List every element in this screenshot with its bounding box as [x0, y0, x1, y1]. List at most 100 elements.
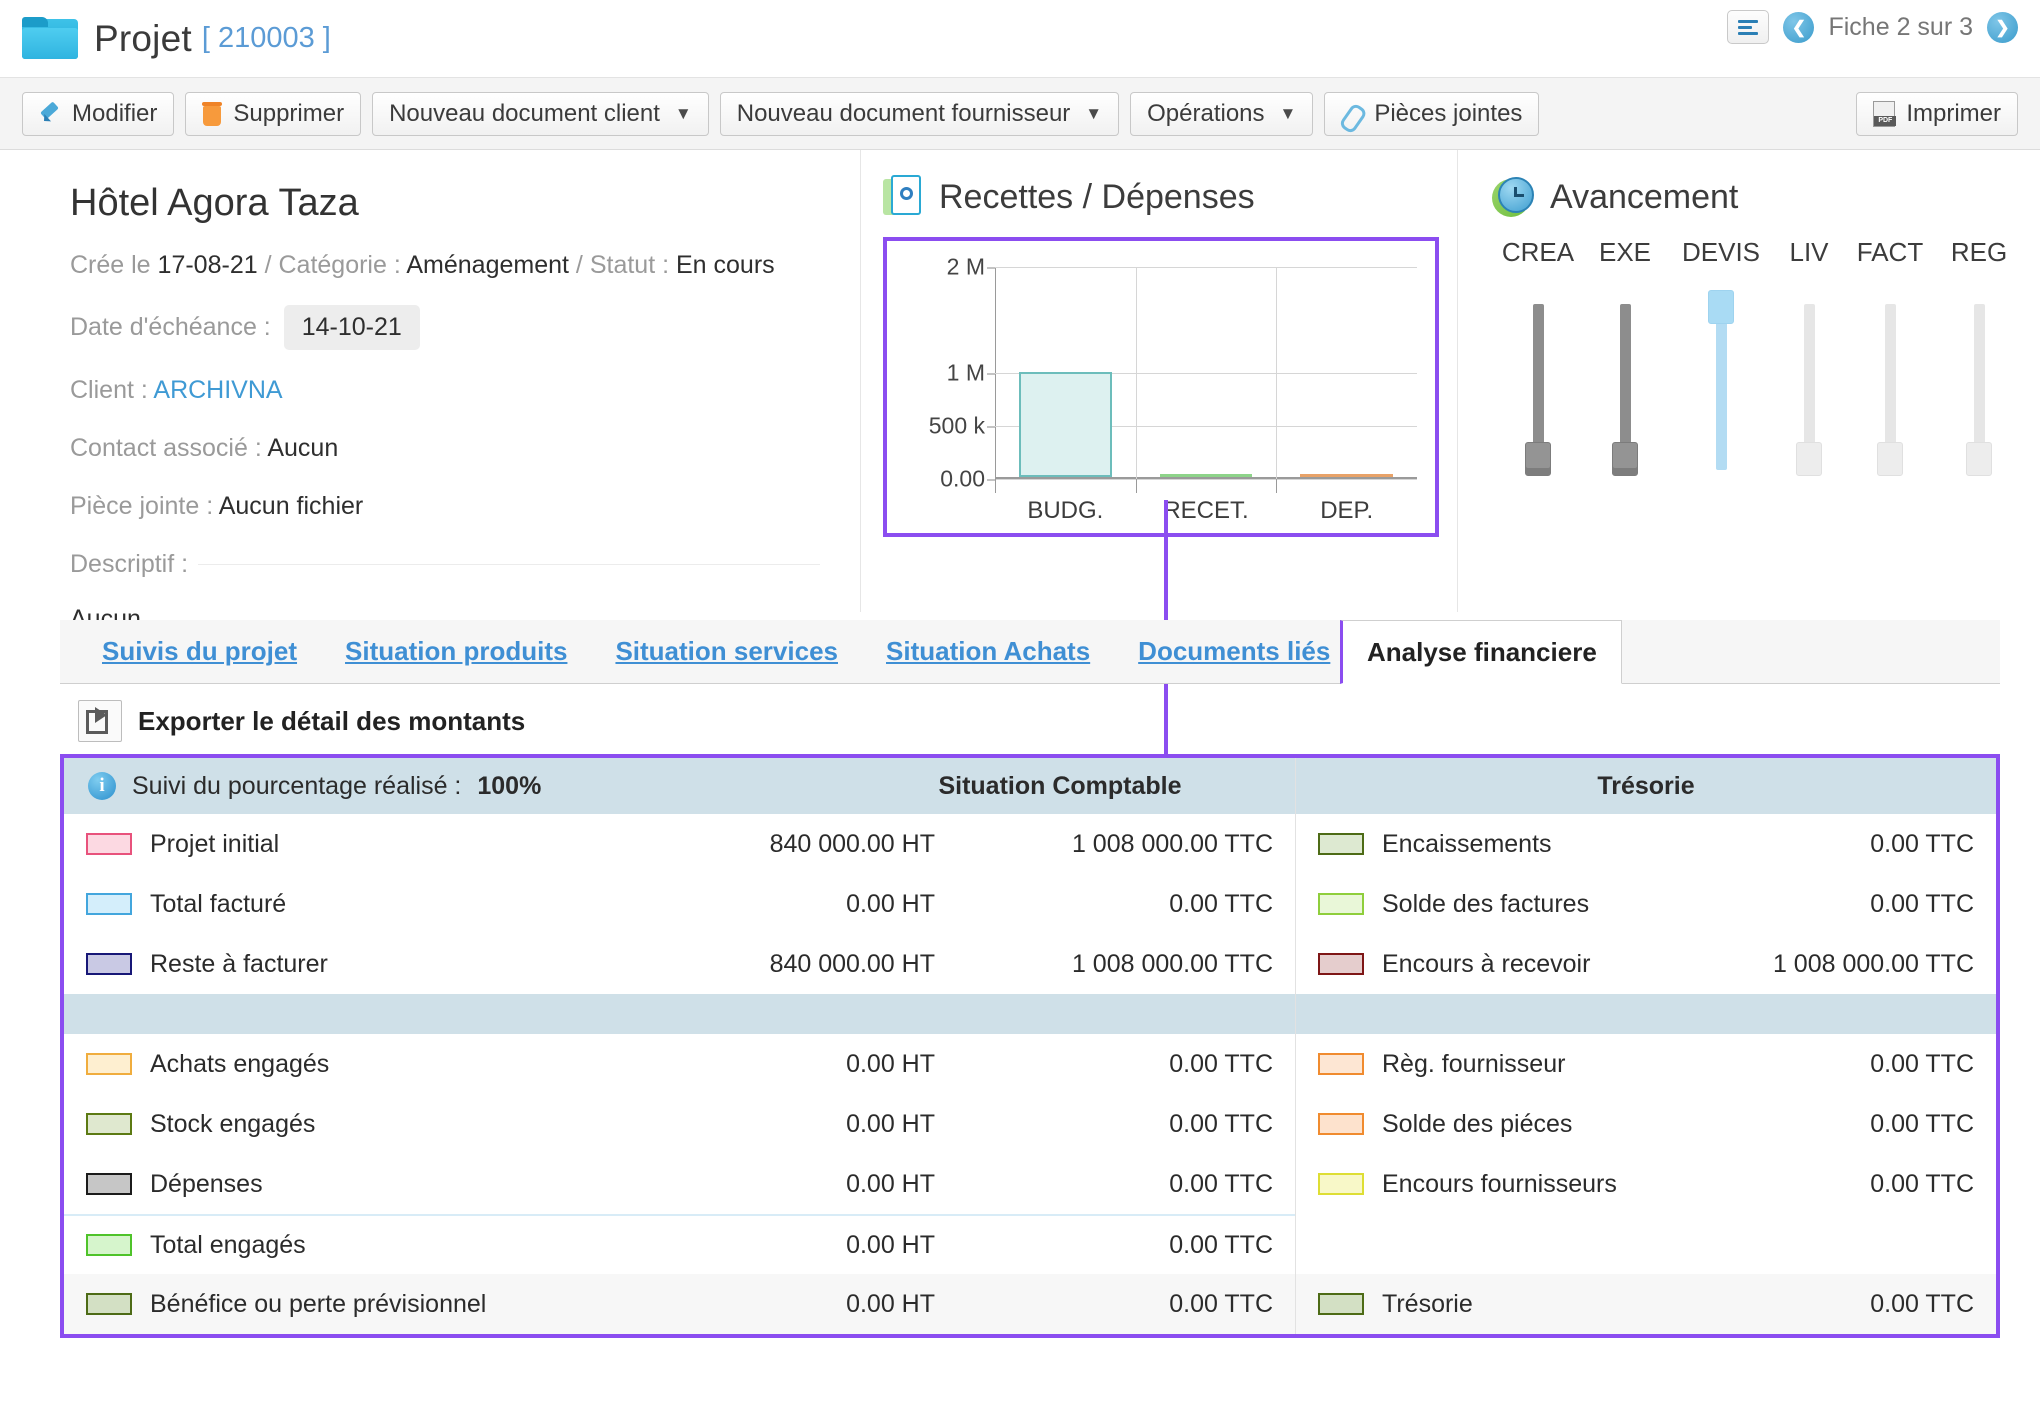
nouveau-document-fournisseur-button[interactable]: Nouveau document fournisseur ▼	[720, 92, 1119, 136]
page-title: Projet	[94, 18, 192, 60]
avancement-slider-exe[interactable]	[1584, 276, 1666, 476]
slider-knob[interactable]	[1877, 442, 1903, 476]
row-value-ttc: 0.00 TTC	[935, 1170, 1295, 1199]
supprimer-button[interactable]: Supprimer	[185, 92, 361, 136]
row-value-ttc: 0.00 TTC	[1589, 890, 1996, 919]
row-label: Solde des piéces	[1382, 1110, 1572, 1139]
recettes-depenses-header: Recettes / Dépenses	[883, 175, 1439, 219]
tab-situation-services[interactable]: Situation services	[609, 636, 844, 667]
table-row: Solde des piéces0.00 TTC	[1296, 1094, 1996, 1154]
recettes-depenses-chart[interactable]: 0.00500 k1 M2 MBUDG.RECET.DEP.	[883, 237, 1439, 537]
tab-suivis-du-projet[interactable]: Suivis du projet	[96, 636, 303, 667]
due-date-value[interactable]: 14-10-21	[284, 305, 420, 349]
descriptif-row: Descriptif :	[70, 546, 860, 582]
app-page: Projet [ 210003 ] ❮ Fiche 2 sur 3 ❯ Modi…	[0, 0, 2040, 1428]
table-separator-row	[1296, 994, 1996, 1034]
situation-comptable-header: i Suivi du pourcentage réalisé : 100% Si…	[64, 758, 1295, 814]
avancement-label-liv: LIV	[1776, 237, 1842, 268]
operations-label: Opérations	[1147, 100, 1264, 128]
chart-x-tick	[1136, 479, 1137, 493]
row-label: Solde des factures	[1382, 890, 1589, 919]
analyse-financiere-table: i Suivi du pourcentage réalisé : 100% Si…	[60, 754, 2000, 1338]
avancement-title: Avancement	[1550, 178, 1738, 217]
row-label: Total facturé	[150, 890, 605, 919]
tresorie-column: Trésorie Encaissements0.00 TTCSolde des …	[1296, 758, 1996, 1334]
panel-collapse-icon[interactable]	[1727, 10, 1769, 44]
chevron-down-icon: ▼	[1085, 104, 1102, 124]
row-label: Encours fournisseurs	[1382, 1170, 1617, 1199]
slider-knob[interactable]	[1796, 442, 1822, 476]
tresorie-header: Trésorie	[1296, 758, 1996, 814]
avancement-slider-fact[interactable]	[1842, 276, 1938, 476]
avancement-label-reg: REG	[1938, 237, 2020, 268]
row-label: Bénéfice ou perte prévisionnel	[150, 1290, 605, 1319]
legend-swatch	[86, 1113, 132, 1135]
legend-swatch	[86, 1053, 132, 1075]
export-row[interactable]: Exporter le détail des montants	[0, 686, 2040, 754]
descriptif-rule	[198, 564, 820, 565]
row-label: Stock engagés	[150, 1110, 605, 1139]
row-value-ht: 0.00 HT	[605, 1170, 935, 1199]
table-blank-row	[1296, 1214, 1996, 1274]
client-row: Client : ARCHIVNA	[70, 372, 860, 408]
descriptif-label: Descriptif :	[70, 546, 188, 582]
row-value-ht: 0.00 HT	[605, 1110, 935, 1139]
legend-swatch	[1318, 1113, 1364, 1135]
created-value: 17-08-21	[158, 251, 258, 279]
chart-bar[interactable]	[1019, 372, 1112, 477]
row-value-ht: 0.00 HT	[605, 1231, 935, 1260]
progress-label: Suivi du pourcentage réalisé :	[132, 772, 461, 801]
nouveau-document-client-button[interactable]: Nouveau document client ▼	[372, 92, 709, 136]
row-label: Projet initial	[150, 830, 605, 859]
slider-knob[interactable]	[1708, 290, 1734, 324]
progress-value: 100%	[477, 772, 541, 801]
modifier-button[interactable]: Modifier	[22, 92, 174, 136]
avancement-slider-liv[interactable]	[1776, 276, 1842, 476]
client-link[interactable]: ARCHIVNA	[153, 376, 282, 404]
pieces-jointes-button[interactable]: Pièces jointes	[1324, 92, 1539, 136]
chart-flat-series[interactable]	[1160, 474, 1253, 477]
modifier-label: Modifier	[72, 100, 157, 128]
table-row: Total engagés0.00 HT0.00 TTC	[64, 1214, 1295, 1274]
chart-flat-series[interactable]	[1300, 474, 1393, 477]
legend-swatch	[1318, 1053, 1364, 1075]
table-row: Total facturé0.00 HT0.00 TTC	[64, 874, 1295, 934]
row-value-ht: 0.00 HT	[605, 1050, 935, 1079]
avancement-slider-crea[interactable]	[1492, 276, 1584, 476]
chart-gridline	[1136, 267, 1137, 479]
operations-button[interactable]: Opérations ▼	[1130, 92, 1313, 136]
slider-knob[interactable]	[1612, 442, 1638, 476]
info-icon: i	[88, 772, 116, 800]
category-label: Catégorie :	[278, 251, 400, 279]
avancement-sliders	[1492, 276, 2020, 476]
situation-comptable-title: Situation Comptable	[825, 772, 1295, 801]
record-navigation: ❮ Fiche 2 sur 3 ❯	[1727, 10, 2018, 44]
tab-documents-li-s[interactable]: Documents liés	[1132, 636, 1336, 667]
avancement-step-labels: CREAEXEDEVISLIVFACTREG	[1492, 237, 2020, 268]
tab-situation-achats[interactable]: Situation Achats	[880, 636, 1096, 667]
avancement-slider-reg[interactable]	[1938, 276, 2020, 476]
next-record-icon[interactable]: ❯	[1987, 12, 2018, 43]
row-label: Achats engagés	[150, 1050, 605, 1079]
tab-situation-produits[interactable]: Situation produits	[339, 636, 573, 667]
client-label: Client :	[70, 376, 148, 404]
imprimer-button[interactable]: Imprimer	[1856, 92, 2018, 136]
slider-knob[interactable]	[1966, 442, 1992, 476]
row-label: Encours à recevoir	[1382, 950, 1590, 979]
recettes-depenses-panel: Recettes / Dépenses 0.00500 k1 M2 MBUDG.…	[861, 150, 1458, 612]
row-label: Reste à facturer	[150, 950, 605, 979]
export-icon[interactable]	[78, 700, 122, 742]
chart-x-tick	[995, 479, 996, 493]
slider-knob[interactable]	[1525, 442, 1551, 476]
avancement-slider-devis[interactable]	[1666, 276, 1776, 476]
pdf-icon	[1873, 101, 1895, 127]
previous-record-icon[interactable]: ❮	[1783, 12, 1814, 43]
tab-analyse-financiere[interactable]: Analyse financiere	[1340, 620, 1622, 684]
chart-y-tick-label: 1 M	[947, 360, 985, 387]
row-label: Trésorie	[1382, 1290, 1473, 1319]
row-label: Encaissements	[1382, 830, 1552, 859]
category-value: Aménagement	[406, 251, 569, 279]
row-value-ttc: 0.00 TTC	[935, 1290, 1295, 1319]
row-value-ttc: 0.00 TTC	[935, 1231, 1295, 1260]
table-row: Trésorie0.00 TTC	[1296, 1274, 1996, 1334]
